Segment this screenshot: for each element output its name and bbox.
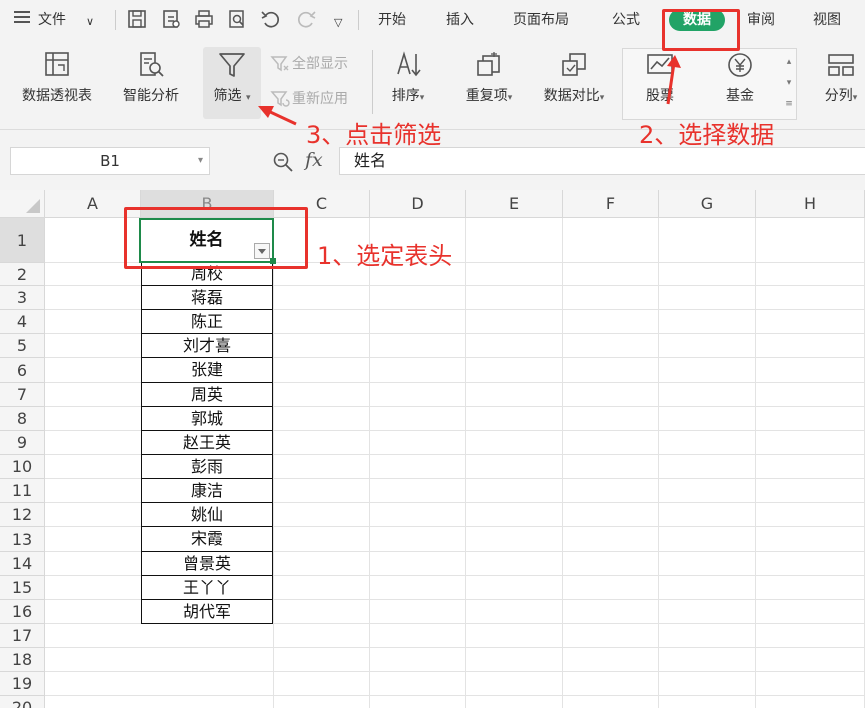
- arrowhead-icon: [667, 55, 681, 68]
- annotation-step3: 3、点击筛选: [306, 121, 442, 149]
- arrow-to-data-tab: [666, 62, 676, 105]
- annotation-step2: 2、选择数据: [639, 121, 775, 149]
- annotation-step1: 1、选定表头: [317, 242, 453, 270]
- annotation-arrows: [258, 55, 681, 126]
